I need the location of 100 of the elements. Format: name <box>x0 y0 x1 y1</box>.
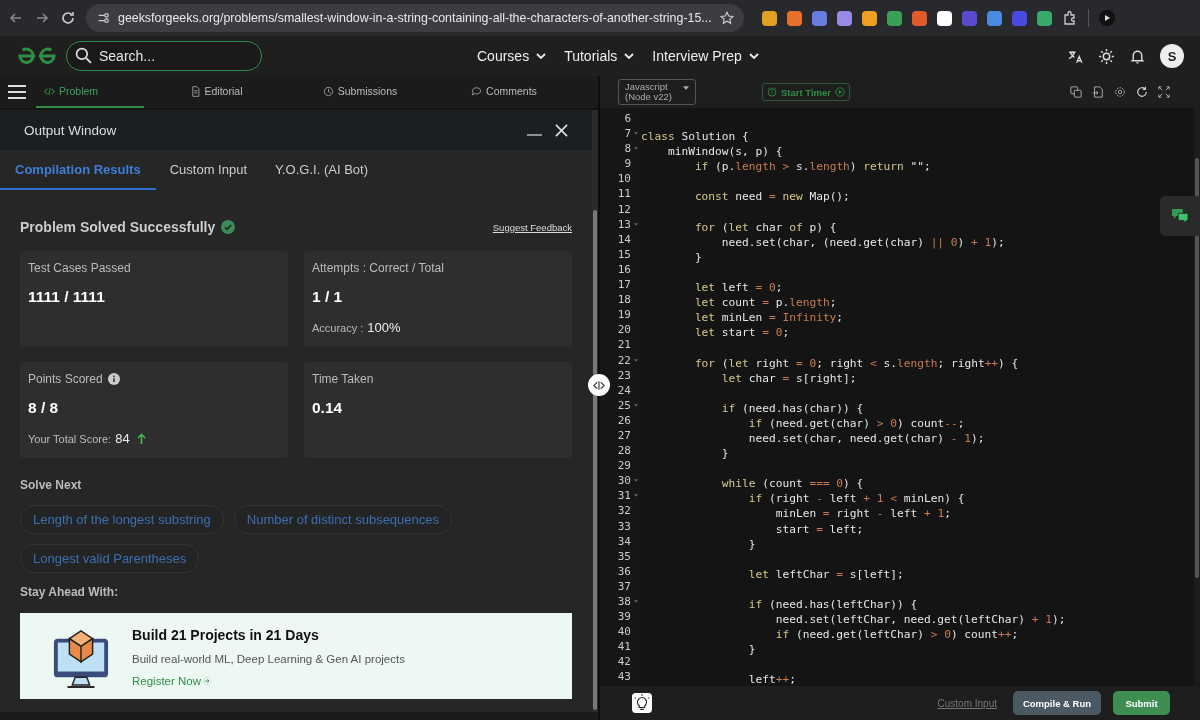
code-line: need.set(leftChar, need.get(leftChar) + 1); <box>774 613 1066 627</box>
promo-description: Build real-world ML, Deep Learning & Gen AI projects <box>132 653 405 665</box>
line-number: 22 <box>617 352 631 368</box>
output-tab[interactable]: Custom Input <box>155 150 261 190</box>
code-line: if (need.has(char)) { <box>720 401 864 415</box>
line-number: 33 <box>617 518 631 534</box>
settings-icon[interactable] <box>1114 86 1126 98</box>
caret-icon <box>748 53 759 59</box>
puzzle-icon[interactable] <box>1061 10 1078 26</box>
fold-icon[interactable] <box>634 403 638 407</box>
line-number: 15 <box>617 246 631 262</box>
bell-icon[interactable] <box>1129 47 1146 65</box>
suggest-feedback-link[interactable]: Suggest Feedback <box>492 221 572 233</box>
card-label: Time Taken <box>312 372 374 386</box>
line-number: 35 <box>617 548 631 564</box>
compile-run-button[interactable]: Compile & Run <box>1013 691 1101 715</box>
extension-icon[interactable] <box>936 10 952 26</box>
line-number: 9 <box>624 156 631 172</box>
card-label: Attempts : Correct / Total <box>312 261 444 275</box>
minimize-icon[interactable] <box>527 133 542 137</box>
sub-value: 84 <box>115 431 130 446</box>
sub-label: Accuracy : <box>312 321 364 334</box>
code-line: if (need.get(char) > 0) count--; <box>747 416 965 430</box>
copy-icon[interactable] <box>1070 86 1082 98</box>
start-timer-button[interactable]: Start Timer <box>762 83 850 101</box>
reset-icon[interactable] <box>1136 86 1148 98</box>
extension-icon[interactable] <box>761 10 777 26</box>
output-tab[interactable]: Y.O.G.I. (AI Bot) <box>261 150 382 190</box>
code-line: let left = 0; <box>693 281 783 295</box>
fullscreen-icon[interactable] <box>1158 86 1170 98</box>
nav-menu[interactable]: Interview Prep <box>652 48 759 64</box>
register-link[interactable]: Register Now <box>132 675 202 687</box>
lightbulb-icon[interactable] <box>632 693 652 713</box>
code-line: for (let char of p) { <box>693 220 837 234</box>
nav-menu[interactable]: Tutorials <box>564 48 635 64</box>
check-circle-icon <box>221 220 236 234</box>
language-select[interactable]: Javascript (Node v22) <box>618 79 696 105</box>
info-icon[interactable] <box>107 373 120 385</box>
code-line: class Solution { <box>641 130 749 144</box>
custom-input-link[interactable]: Custom Input <box>937 697 997 709</box>
line-number: 29 <box>617 458 631 474</box>
sun-icon[interactable] <box>1098 47 1115 65</box>
problem-tab[interactable]: Problem <box>36 76 144 108</box>
logo-icon[interactable] <box>16 46 58 66</box>
close-icon[interactable] <box>555 123 568 137</box>
code-line: need.set(char, need.get(char) - 1); <box>747 431 985 445</box>
line-number: 23 <box>617 367 631 383</box>
problem-tab[interactable]: Editorial <box>144 76 288 108</box>
line-number: 42 <box>617 654 631 670</box>
search-field[interactable]: Search... <box>66 41 262 71</box>
code-line: const need = new Map(); <box>693 190 850 204</box>
site-info-icon[interactable] <box>96 11 110 25</box>
code-line: let start = 0; <box>693 326 790 340</box>
fold-icon[interactable] <box>634 479 638 483</box>
sub-label: Your Total Score: <box>28 432 112 445</box>
scrollbar-thumb[interactable] <box>1195 158 1199 578</box>
fold-icon[interactable] <box>634 222 638 226</box>
line-number: 17 <box>617 277 631 293</box>
play-icon <box>835 87 845 97</box>
search-icon <box>75 47 92 64</box>
star-icon[interactable] <box>719 11 734 25</box>
fold-icon[interactable] <box>634 358 638 362</box>
line-number: 12 <box>617 201 631 217</box>
code-line: if (need.has(leftChar)) { <box>747 598 918 611</box>
user-avatar[interactable]: S <box>1160 44 1184 68</box>
card-label: Test Cases Passed <box>28 261 131 275</box>
code-line: for (let right = 0; right < s.length; right++) { <box>693 356 1019 370</box>
line-number: 41 <box>617 639 631 655</box>
line-number: 26 <box>617 412 631 428</box>
code-line: while (count === 0) { <box>720 477 864 491</box>
line-number: 14 <box>617 231 631 247</box>
scrollbar-thumb[interactable] <box>593 210 597 710</box>
output-tab[interactable]: Compilation Results <box>0 150 156 190</box>
alarm-clock-icon <box>767 87 777 97</box>
window-title: Output Window <box>24 122 117 138</box>
line-number: 13 <box>617 216 631 232</box>
reload-icon[interactable] <box>60 10 76 26</box>
fold-icon[interactable] <box>634 132 638 136</box>
code-line: let leftChar = s[left]; <box>747 567 904 581</box>
line-number: 25 <box>617 397 631 413</box>
chat-button[interactable] <box>1160 196 1200 236</box>
chat-bubbles-icon <box>1171 208 1189 224</box>
arrow-right-icon <box>203 677 212 685</box>
import-icon[interactable] <box>1092 86 1104 98</box>
menu-icon[interactable] <box>8 85 26 99</box>
fold-icon[interactable] <box>634 147 638 151</box>
code-line: minWindow(s, p) { <box>666 145 783 159</box>
fold-icon[interactable] <box>634 494 638 498</box>
extension-icon[interactable] <box>861 10 877 26</box>
submit-button[interactable]: Submit <box>1113 691 1170 715</box>
code-line: if (p.length > s.length) return ""; <box>693 160 931 174</box>
address-bar[interactable]: geeksforgeeks.org/problems/smallest-window-in-a-string-containing-all-the-characters-of-another-string-15... <box>86 4 744 32</box>
fold-icon[interactable] <box>634 600 638 604</box>
problem-tab[interactable]: Comments <box>432 76 576 108</box>
profile-icon[interactable] <box>1098 10 1115 26</box>
code-line: let char = s[right]; <box>720 371 857 385</box>
nav-menu[interactable]: Courses <box>477 48 547 64</box>
card-value: 1111 / 1111 <box>28 288 105 306</box>
problem-tab[interactable]: Submissions <box>288 76 432 108</box>
line-number: 10 <box>617 171 631 187</box>
